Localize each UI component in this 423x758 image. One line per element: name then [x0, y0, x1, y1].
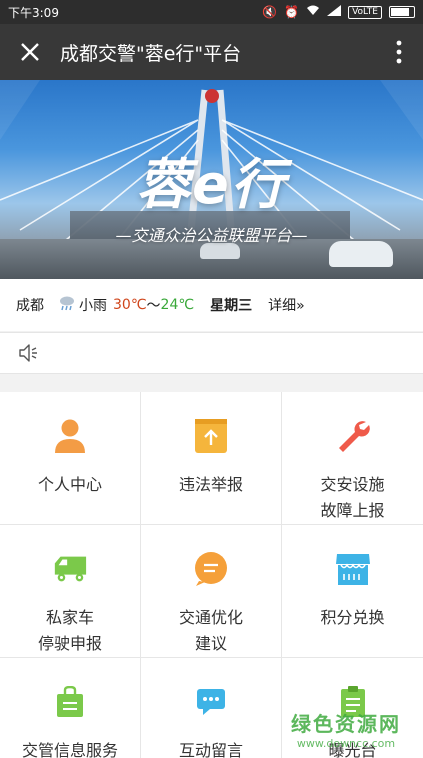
message-icon	[193, 684, 229, 720]
speaker-icon	[19, 344, 37, 362]
wifi-icon	[306, 5, 320, 19]
wrench-icon	[335, 418, 371, 454]
weekday: 星期三	[210, 298, 253, 314]
grid-item-label: 交管信息服务	[21, 741, 118, 758]
grid-item-facility-fault-report[interactable]: 交安设施 故障上报	[282, 392, 423, 525]
watermark-title: 绿色资源网	[291, 712, 401, 736]
grid-item-label: 互动留言	[178, 741, 243, 758]
status-time: 下午3:09	[8, 5, 59, 20]
more-menu-button[interactable]	[375, 24, 423, 80]
watermark-url: www.downcc.com	[296, 737, 396, 750]
grid-item-label: 交安设施 故障上报	[320, 475, 385, 520]
grid-item-traffic-info-service[interactable]: 交管信息服务	[0, 658, 141, 758]
grid-item-private-car-suspension[interactable]: 私家车 停驶申报	[0, 525, 141, 658]
page-title: 成都交警"蓉e行"平台	[60, 42, 242, 65]
weather-condition: 小雨	[79, 298, 107, 314]
grid-item-interactive-message[interactable]: 互动留言	[141, 658, 282, 758]
temp-low: 24℃	[160, 297, 195, 313]
grid-item-label: 违法举报	[178, 475, 243, 494]
battery-icon	[389, 6, 415, 18]
banner-logo: 蓉e行	[136, 153, 287, 216]
banner[interactable]: 蓉e行 —交通众治公益联盟平台—	[0, 80, 423, 279]
weather-city: 成都	[16, 298, 44, 314]
status-icons: 🔇 ⏰ VoLTE	[262, 5, 415, 19]
grid-item-label: 积分兑换	[320, 608, 385, 627]
person-icon	[52, 418, 88, 454]
grid-item-points-exchange[interactable]: 积分兑换	[282, 525, 423, 658]
watermark: 绿色资源网 www.downcc.com	[291, 708, 401, 750]
chat-bubble-icon	[193, 551, 229, 587]
weather-bar: 成都 小雨 30℃ ～ 24℃ 星期三 详细»	[0, 279, 423, 331]
grid-item-violation-report[interactable]: 违法举报	[141, 392, 282, 525]
shop-icon	[335, 551, 371, 587]
weather-detail-link[interactable]: 详细»	[268, 295, 305, 315]
signal-icon	[327, 5, 342, 19]
volte-badge: VoLTE	[348, 5, 382, 19]
notice-bar[interactable]	[0, 332, 423, 374]
car-icon	[52, 551, 88, 587]
close-button[interactable]	[0, 24, 60, 80]
temp-high: 30℃	[113, 297, 147, 313]
grid-item-label: 交通优化 建议	[178, 608, 243, 653]
title-bar: 成都交警"蓉e行"平台	[0, 24, 423, 80]
service-grid: 个人中心 违法举报 交安设施 故障上报 私家车 停驶申报 交通优化 建议 积分兑…	[0, 392, 423, 758]
alarm-icon: ⏰	[284, 5, 300, 19]
upload-box-icon	[193, 418, 229, 454]
mute-icon: 🔇	[262, 5, 278, 19]
temp-separator: ～	[146, 298, 161, 314]
close-icon	[21, 43, 39, 61]
grid-item-label: 个人中心	[37, 475, 102, 494]
grid-item-personal-center[interactable]: 个人中心	[0, 392, 141, 525]
grid-item-traffic-suggestion[interactable]: 交通优化 建议	[141, 525, 282, 658]
status-bar: 下午3:09 🔇 ⏰ VoLTE	[0, 0, 423, 24]
rain-cloud-icon	[58, 294, 76, 316]
bag-icon	[52, 684, 88, 720]
grid-item-label: 私家车 停驶申报	[37, 608, 102, 653]
more-vertical-icon	[396, 40, 402, 64]
banner-slogan: —交通众治公益联盟平台—	[115, 226, 308, 245]
